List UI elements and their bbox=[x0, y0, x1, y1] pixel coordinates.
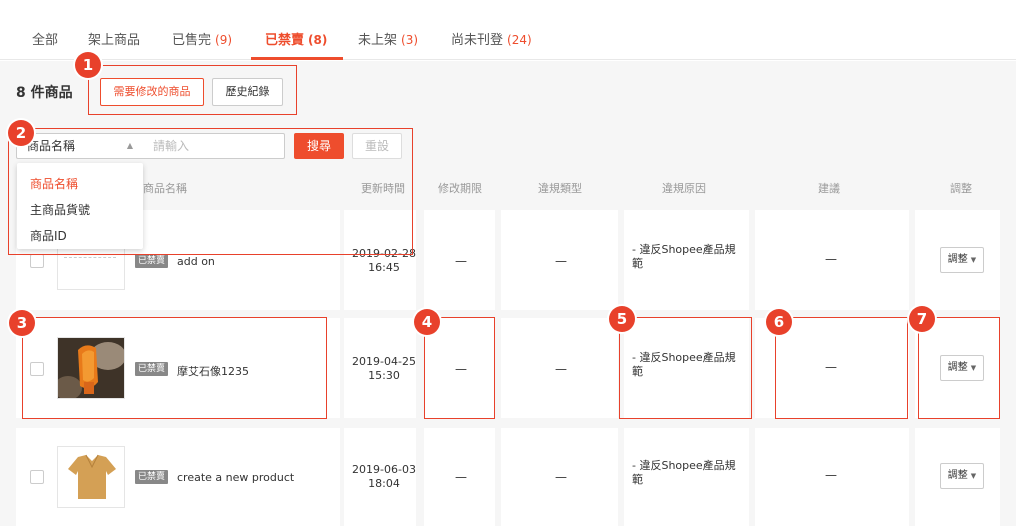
annotation-badge: 6 bbox=[766, 309, 792, 335]
caret-down-icon: ▼ bbox=[970, 472, 977, 480]
product-thumbnail bbox=[57, 446, 125, 508]
row-checkbox[interactable] bbox=[30, 254, 44, 268]
product-name[interactable]: create a new product bbox=[177, 471, 294, 484]
violation-type-value: — bbox=[555, 254, 567, 268]
annotation-badge: 1 bbox=[75, 52, 101, 78]
adjust-label: 調整 bbox=[947, 254, 968, 265]
updated-time: 2019-06-03 18:04 bbox=[345, 463, 423, 491]
tab-count: (3) bbox=[401, 33, 419, 47]
tab-count: (8) bbox=[308, 33, 328, 47]
annotation-badge: 3 bbox=[9, 310, 35, 336]
violation-type-value: — bbox=[555, 470, 567, 484]
tab-banned[interactable]: 已禁賣 (8) bbox=[265, 29, 327, 48]
caret-down-icon: ▼ bbox=[970, 256, 977, 264]
violation-type-value: — bbox=[555, 362, 567, 376]
tab-label: 已禁賣 bbox=[265, 33, 305, 48]
tab-count: (9) bbox=[215, 33, 233, 47]
active-tab-indicator bbox=[251, 57, 343, 60]
status-tabs: 全部 架上商品 已售完 (9) 已禁賣 (8) 未上架 (3) 尚未刊登 (24) bbox=[0, 0, 1016, 60]
annotation-box bbox=[619, 317, 752, 419]
column-gap bbox=[416, 210, 424, 526]
annotation-box bbox=[918, 317, 1000, 419]
adjust-button[interactable]: 調整 ▼ bbox=[940, 463, 984, 489]
shirt-photo bbox=[58, 447, 124, 507]
annotation-badge: 4 bbox=[414, 309, 440, 335]
header-deadline: 修改期限 bbox=[438, 182, 482, 195]
tab-unlisted[interactable]: 未上架 (3) bbox=[358, 29, 418, 48]
violation-reason: - 違反Shopee產品規範 bbox=[632, 243, 744, 271]
annotation-box bbox=[8, 128, 413, 255]
tab-soldout[interactable]: 已售完 (9) bbox=[172, 29, 232, 48]
header-violation-reason: 違規原因 bbox=[662, 182, 706, 195]
tab-label: 全部 bbox=[32, 33, 59, 48]
column-gap bbox=[340, 210, 344, 526]
deadline-value: — bbox=[455, 470, 467, 484]
tab-label: 未上架 bbox=[358, 33, 398, 48]
tab-live[interactable]: 架上商品 bbox=[88, 29, 140, 48]
adjust-button[interactable]: 調整 ▼ bbox=[940, 247, 984, 273]
updated-time: 2019-04-25 15:30 bbox=[345, 355, 423, 383]
header-suggestion: 建議 bbox=[818, 182, 840, 195]
thumbnail-placeholder bbox=[64, 257, 116, 258]
tab-not-published[interactable]: 尚未刊登 (24) bbox=[451, 29, 532, 48]
annotation-badge: 2 bbox=[8, 120, 34, 146]
tab-label: 尚未刊登 bbox=[451, 33, 504, 48]
tab-count: (24) bbox=[507, 33, 532, 47]
annotation-badge: 5 bbox=[609, 306, 635, 332]
header-adjust: 調整 bbox=[950, 182, 972, 195]
updated-date: 2019-04-25 bbox=[352, 355, 416, 368]
reason-line: - 違反Shopee產品規 bbox=[632, 459, 736, 472]
suggestion-value: — bbox=[825, 468, 837, 482]
reason-line: 範 bbox=[632, 257, 643, 270]
header-violation-type: 違規類型 bbox=[538, 182, 582, 195]
annotation-box bbox=[22, 317, 327, 419]
violation-reason: - 違反Shopee產品規範 bbox=[632, 459, 744, 487]
banned-tag: 已禁賣 bbox=[135, 470, 169, 484]
updated-date: 2019-06-03 bbox=[352, 463, 416, 476]
updated-clock: 16:45 bbox=[368, 261, 400, 274]
reason-line: - 違反Shopee產品規 bbox=[632, 243, 736, 256]
deadline-value: — bbox=[455, 254, 467, 268]
tab-label: 架上商品 bbox=[88, 33, 141, 48]
column-gap bbox=[909, 210, 915, 526]
product-count-title: 8 件商品 bbox=[16, 85, 73, 101]
banned-tag: 已禁賣 bbox=[135, 254, 169, 268]
row-checkbox[interactable] bbox=[30, 470, 44, 484]
tab-all[interactable]: 全部 bbox=[32, 29, 58, 48]
annotation-badge: 7 bbox=[909, 306, 935, 332]
suggestion-value: — bbox=[825, 252, 837, 266]
annotation-box bbox=[88, 65, 297, 115]
reason-line: 範 bbox=[632, 473, 643, 486]
adjust-label: 調整 bbox=[947, 470, 968, 481]
updated-clock: 15:30 bbox=[368, 369, 400, 382]
column-gap bbox=[495, 210, 501, 526]
tab-label: 已售完 bbox=[172, 33, 212, 48]
updated-clock: 18:04 bbox=[368, 477, 400, 490]
product-name[interactable]: add on bbox=[177, 255, 215, 268]
annotation-box bbox=[775, 317, 908, 419]
